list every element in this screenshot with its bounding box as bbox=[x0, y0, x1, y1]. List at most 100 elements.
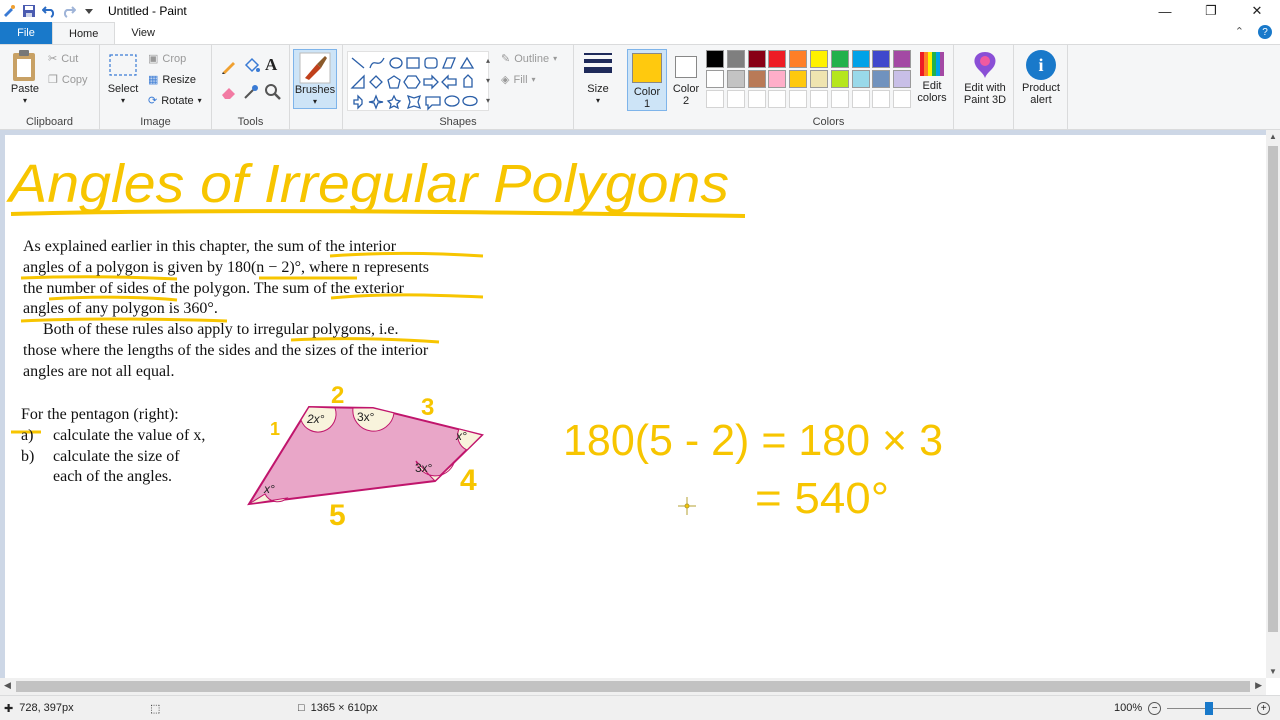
zoom-in-icon[interactable]: + bbox=[1257, 701, 1271, 715]
shapes-group: ▴ ▾ ▾ ✎ Outline ▾ ◈ Fill ▾ Shapes bbox=[342, 45, 574, 131]
tab-home[interactable]: Home bbox=[52, 22, 116, 44]
palette-swatch[interactable] bbox=[726, 70, 745, 88]
palette-swatch[interactable] bbox=[851, 70, 870, 88]
size-button[interactable]: Size ▾ bbox=[580, 51, 616, 107]
color1-label: Color 1 bbox=[633, 86, 661, 110]
palette-swatch[interactable] bbox=[789, 50, 808, 68]
palette-swatch[interactable] bbox=[851, 50, 870, 68]
palette-swatch[interactable] bbox=[706, 90, 724, 108]
outline-button[interactable]: ✎ Outline ▾ bbox=[501, 52, 557, 66]
rainbow-palette-icon bbox=[920, 52, 944, 76]
copy-button[interactable]: ❐ Copy bbox=[48, 73, 88, 87]
palette-swatch[interactable] bbox=[726, 50, 745, 68]
shapes-scroll[interactable]: ▴ ▾ ▾ bbox=[483, 51, 493, 111]
select-dropdown-icon[interactable]: ▾ bbox=[121, 95, 125, 107]
magnifier-icon[interactable] bbox=[264, 83, 282, 101]
fill-bucket-icon[interactable] bbox=[242, 57, 260, 75]
tab-file[interactable]: File bbox=[0, 22, 52, 44]
scroll-left-icon[interactable]: ◀ bbox=[4, 680, 11, 691]
paragraph-line: angles are not all equal. bbox=[23, 362, 175, 380]
undo-icon[interactable] bbox=[42, 4, 56, 18]
palette-swatch[interactable] bbox=[893, 50, 912, 68]
color2-button[interactable]: Color 2 bbox=[668, 49, 704, 111]
rotate-dropdown-icon: ▾ bbox=[197, 96, 202, 105]
resize-button[interactable]: ▦ Resize bbox=[148, 73, 196, 87]
palette-swatch[interactable] bbox=[830, 90, 849, 108]
palette-swatch[interactable] bbox=[872, 50, 891, 68]
color1-button[interactable]: Color 1 bbox=[627, 49, 667, 111]
paste-button[interactable]: Paste ▾ bbox=[6, 49, 44, 107]
edit-colors-button[interactable]: Edit colors bbox=[914, 50, 950, 104]
horizontal-scrollbar[interactable]: ◀ ▶ bbox=[0, 678, 1266, 695]
palette-swatch[interactable] bbox=[872, 90, 891, 108]
color-picker-icon[interactable] bbox=[242, 83, 260, 101]
palette-swatch[interactable] bbox=[893, 70, 912, 88]
shapes-gallery[interactable] bbox=[347, 51, 489, 111]
paste-dropdown-icon[interactable]: ▾ bbox=[23, 95, 27, 107]
tab-view[interactable]: View bbox=[115, 22, 171, 44]
palette-swatch[interactable] bbox=[789, 90, 808, 108]
drawing-canvas[interactable]: Angles of Irregular Polygons 2x° 3x° x° … bbox=[5, 135, 1266, 678]
clipboard-group-label: Clipboard bbox=[25, 116, 74, 128]
palette-swatch[interactable] bbox=[706, 50, 724, 68]
paste-label: Paste bbox=[10, 83, 40, 95]
palette-swatch[interactable] bbox=[747, 50, 766, 68]
help-icon[interactable]: ? bbox=[1258, 25, 1272, 39]
zoom-slider[interactable] bbox=[1167, 701, 1252, 715]
redo-icon[interactable] bbox=[62, 4, 76, 18]
palette-swatch[interactable] bbox=[810, 50, 828, 68]
fill-button[interactable]: ◈ Fill ▾ bbox=[501, 73, 536, 87]
collapse-ribbon-icon[interactable]: ⌃ bbox=[1235, 25, 1244, 39]
vertical-scrollbar[interactable]: ▲ ▼ bbox=[1266, 130, 1280, 678]
ribbon-tabs: File Home View ⌃ ? bbox=[0, 22, 1280, 44]
brushes-button[interactable]: Brushes ▾ bbox=[293, 49, 337, 109]
scroll-up-icon[interactable]: ▲ bbox=[1269, 132, 1277, 141]
palette-swatch[interactable] bbox=[893, 90, 912, 108]
text-tool-icon[interactable]: A bbox=[265, 55, 277, 75]
vertical-scroll-thumb[interactable] bbox=[1268, 146, 1278, 632]
brushes-group: Brushes ▾ bbox=[290, 45, 342, 131]
crop-button[interactable]: ▣ Crop bbox=[148, 52, 186, 66]
paragraph-line: angles of any polygon is 360°. bbox=[23, 300, 218, 318]
palette-swatch[interactable] bbox=[726, 90, 745, 108]
horizontal-scroll-thumb[interactable] bbox=[16, 681, 1250, 692]
cut-button[interactable]: ✂ Cut bbox=[48, 52, 78, 66]
palette-swatch[interactable] bbox=[851, 90, 870, 108]
eraser-icon[interactable] bbox=[220, 83, 238, 101]
side-number: 5 bbox=[329, 499, 346, 532]
palette-swatch[interactable] bbox=[747, 70, 766, 88]
zoom-slider-thumb[interactable] bbox=[1205, 701, 1214, 715]
palette-swatch[interactable] bbox=[830, 50, 849, 68]
palette-swatch[interactable] bbox=[830, 70, 849, 88]
palette-swatch[interactable] bbox=[768, 70, 787, 88]
palette-swatch[interactable] bbox=[768, 90, 787, 108]
minimize-button[interactable]: — bbox=[1142, 0, 1188, 22]
pencil-icon[interactable] bbox=[220, 57, 238, 75]
angle-label: 2x° bbox=[306, 412, 325, 426]
palette-swatch[interactable] bbox=[789, 70, 808, 88]
canvas-area: Angles of Irregular Polygons 2x° 3x° x° … bbox=[0, 130, 1266, 678]
palette-swatch[interactable] bbox=[810, 70, 828, 88]
resize-icon: ▦ bbox=[148, 74, 159, 86]
edit-with-paint3d-button[interactable]: Edit with Paint 3D bbox=[958, 50, 1012, 106]
scroll-right-icon[interactable]: ▶ bbox=[1255, 680, 1262, 691]
palette-swatch[interactable] bbox=[706, 70, 724, 88]
scroll-down-icon[interactable]: ▼ bbox=[1269, 667, 1277, 676]
color-palette bbox=[706, 50, 914, 112]
restore-button[interactable]: ❐ bbox=[1188, 0, 1234, 22]
angle-label: 3x° bbox=[357, 410, 375, 424]
angle-label: x° bbox=[263, 482, 275, 496]
zoom-out-icon[interactable]: − bbox=[1148, 701, 1162, 715]
palette-swatch[interactable] bbox=[872, 70, 891, 88]
palette-swatch[interactable] bbox=[810, 90, 828, 108]
image-group-label: Image bbox=[140, 116, 171, 128]
select-button[interactable]: Select ▾ bbox=[106, 53, 140, 107]
customize-qa-dropdown-icon[interactable] bbox=[82, 4, 96, 18]
outline-icon: ✎ bbox=[501, 53, 511, 65]
palette-swatch[interactable] bbox=[747, 90, 766, 108]
rotate-button[interactable]: ⟳ Rotate ▾ bbox=[148, 94, 202, 108]
palette-swatch[interactable] bbox=[768, 50, 787, 68]
product-alert-button[interactable]: i Product alert bbox=[1018, 50, 1064, 106]
save-icon[interactable] bbox=[22, 4, 36, 18]
close-button[interactable]: ✕ bbox=[1234, 0, 1280, 22]
